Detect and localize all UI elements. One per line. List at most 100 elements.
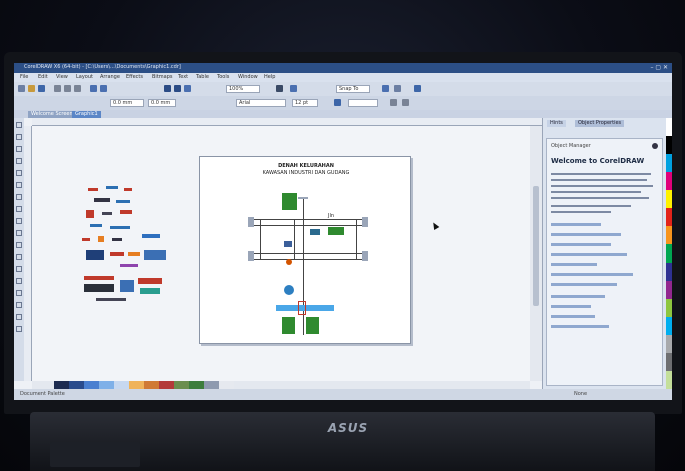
new-icon[interactable] (18, 85, 25, 92)
hints-panel: Object Manager Welcome to CorelDRAW (546, 138, 663, 386)
link-working-with-color[interactable] (551, 283, 617, 286)
zoom-level-combo[interactable]: 100% (226, 85, 260, 93)
menu-window[interactable]: Window (238, 74, 258, 80)
tab-welcome-screen[interactable]: Welcome Screen (28, 111, 76, 118)
text-tool-icon[interactable] (16, 230, 22, 236)
copy-icon[interactable] (64, 85, 71, 92)
full-screen-icon[interactable] (276, 85, 283, 92)
menu-edit[interactable]: Edit (38, 74, 48, 80)
ellipse-tool-icon[interactable] (16, 206, 22, 212)
tab-graphic1[interactable]: Graphic1 (72, 111, 101, 118)
import-icon[interactable] (164, 85, 171, 92)
vertical-scroll-thumb[interactable] (533, 186, 539, 306)
building-block-bottom-left[interactable] (282, 317, 295, 334)
app-launcher-icon[interactable] (414, 85, 421, 92)
link-exporting[interactable] (551, 315, 595, 318)
horizontal-ruler[interactable] (32, 118, 542, 126)
fill-tool-icon[interactable] (16, 314, 22, 320)
link-more-resources[interactable] (551, 325, 609, 328)
car-icon (284, 241, 292, 247)
shape-tool-icon[interactable] (16, 134, 22, 140)
menu-text[interactable]: Text (178, 74, 188, 80)
link-getting-started[interactable] (551, 223, 601, 226)
drawing-canvas[interactable]: DENAH KELURAHAN KAWASAN INDUSTRI DAN GUD… (32, 126, 530, 381)
link-adding-text[interactable] (551, 263, 597, 266)
marker-icon (286, 259, 292, 265)
link-using-effects[interactable] (551, 295, 605, 298)
house-icon (310, 229, 320, 235)
drawing-page[interactable]: DENAH KELURAHAN KAWASAN INDUSTRI DAN GUD… (199, 156, 411, 344)
close-icon[interactable] (652, 143, 658, 149)
menu-tools[interactable]: Tools (217, 74, 229, 80)
menu-bitmaps[interactable]: Bitmaps (152, 74, 173, 80)
building-block-right[interactable] (328, 227, 344, 235)
eyedropper-tool-icon[interactable] (16, 290, 22, 296)
options-icon[interactable] (382, 85, 389, 92)
save-icon[interactable] (38, 85, 45, 92)
redo-icon[interactable] (100, 85, 107, 92)
crop-tool-icon[interactable] (16, 146, 22, 152)
menu-arrange[interactable]: Arrange (100, 74, 120, 80)
menu-help[interactable]: Help (264, 74, 275, 80)
menu-table[interactable]: Table (196, 74, 209, 80)
snap-to-combo[interactable]: Snap To (336, 85, 370, 93)
outline-tool-icon[interactable] (16, 302, 22, 308)
selection-marker (298, 301, 306, 315)
align-icon[interactable] (334, 99, 341, 106)
link-working-with-objects[interactable] (551, 253, 627, 256)
window-controls[interactable]: – ▢ ✕ (650, 64, 668, 71)
vertical-scrollbar[interactable] (530, 126, 542, 381)
open-icon[interactable] (28, 85, 35, 92)
tab-hints[interactable]: Hints (547, 120, 566, 127)
launcher-icon[interactable] (394, 85, 401, 92)
link-printing[interactable] (551, 305, 591, 308)
status-left: Document Palette (20, 391, 65, 397)
toolbox (14, 118, 24, 381)
freehand-tool-icon[interactable] (16, 170, 22, 176)
x-position-field[interactable]: 0.0 mm (110, 99, 144, 107)
road-label: Jln (328, 213, 335, 219)
building-block-top[interactable] (282, 193, 297, 210)
dimension-tool-icon[interactable] (16, 254, 22, 260)
interactive-fill-tool-icon[interactable] (16, 326, 22, 332)
road-horizontal-bottom (252, 253, 362, 254)
menu-file[interactable]: File (20, 74, 28, 80)
document-palette[interactable] (54, 381, 234, 389)
export-icon[interactable] (174, 85, 181, 92)
pick-tool-icon[interactable] (16, 122, 22, 128)
blend-tool-icon[interactable] (16, 278, 22, 284)
vertical-ruler[interactable] (24, 126, 32, 381)
status-bar: Document Palette None (14, 389, 672, 400)
to-front-icon[interactable] (402, 99, 409, 106)
menu-layout[interactable]: Layout (76, 74, 93, 80)
connector-tool-icon[interactable] (16, 266, 22, 272)
table-tool-icon[interactable] (16, 242, 22, 248)
rulers-icon[interactable] (290, 85, 297, 92)
link-new-document[interactable] (551, 233, 621, 236)
globe-icon (284, 285, 294, 295)
tab-object-properties[interactable]: Object Properties (575, 120, 625, 127)
docker-header: Object Manager (551, 143, 591, 149)
link-drawing-shapes[interactable] (551, 243, 611, 246)
link-fills-outlines[interactable] (551, 273, 633, 276)
menu-effects[interactable]: Effects (126, 74, 143, 80)
publish-icon[interactable] (184, 85, 191, 92)
docker-panel: Hints Object Properties Object Manager W… (542, 118, 666, 389)
color-palette[interactable] (666, 118, 672, 389)
y-position-field[interactable]: 0.0 mm (148, 99, 176, 107)
zoom-tool-icon[interactable] (16, 158, 22, 164)
font-name-combo[interactable]: Arial (236, 99, 286, 107)
wrap-icon[interactable] (390, 99, 397, 106)
undo-icon[interactable] (90, 85, 97, 92)
building-block-bottom-right[interactable] (306, 317, 319, 334)
clipart-cluster[interactable] (76, 186, 186, 316)
paste-icon[interactable] (74, 85, 81, 92)
rectangle-tool-icon[interactable] (16, 194, 22, 200)
smart-fill-tool-icon[interactable] (16, 182, 22, 188)
font-size-combo[interactable]: 12 pt (292, 99, 318, 107)
road-horizontal-top (252, 219, 362, 220)
polygon-tool-icon[interactable] (16, 218, 22, 224)
cut-icon[interactable] (54, 85, 61, 92)
outline-width-combo[interactable] (348, 99, 378, 107)
menu-view[interactable]: View (56, 74, 68, 80)
